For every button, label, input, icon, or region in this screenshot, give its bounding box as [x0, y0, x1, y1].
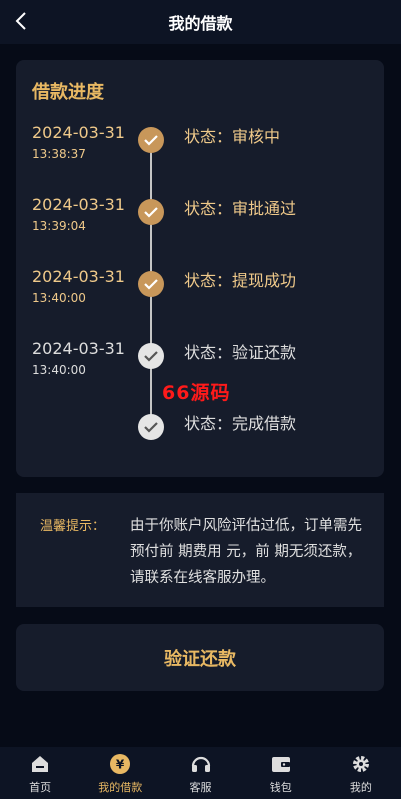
step-date: 2024-03-31 [32, 267, 125, 286]
check-circle-icon [138, 414, 164, 440]
tab-label: 我的 [349, 781, 372, 794]
back-arrow-icon[interactable] [10, 8, 36, 34]
check-circle-icon [138, 127, 164, 153]
tab-label: 我的借款 [98, 781, 143, 794]
step-time: 13:39:04 [32, 219, 86, 233]
step-status: 状态：验证还款 [184, 343, 297, 362]
tab-my-loan[interactable]: ¥ 我的借款 [80, 747, 160, 799]
step-status: 状态：审核中 [184, 127, 281, 146]
tab-label: 首页 [29, 781, 52, 794]
step-time: 13:40:00 [32, 291, 86, 305]
home-icon [32, 756, 49, 772]
check-circle-icon [138, 199, 164, 225]
page-title: 我的借款 [168, 14, 233, 33]
check-circle-icon [138, 271, 164, 297]
svg-text:¥: ¥ [116, 758, 125, 772]
timeline-step: 2024-03-31 13:39:04 状态：审批通过 [16, 195, 384, 235]
timeline-step: 2024-03-31 13:40:00 状态：验证还款 [16, 339, 384, 379]
yuan-coin-icon: ¥ [110, 754, 131, 774]
bottom-tab-bar: 首页 ¥ 我的借款 客服 钱包 我的 [0, 747, 401, 799]
step-date: 2024-03-31 [32, 195, 125, 214]
notice-label: 温馨提示： [40, 519, 106, 534]
step-date: 2024-03-31 [32, 339, 125, 358]
verify-repayment-button[interactable]: 验证还款 [16, 624, 384, 691]
check-circle-icon [138, 343, 164, 369]
timeline-step: 2024-03-31 13:40:00 状态：提现成功 [16, 267, 384, 307]
notice-text: 由于你账户风险评估过低，订单需先预付前 期费用 元，前 期无须还款，请联系在线客… [130, 518, 362, 586]
timeline-step: 2024-03-31 13:38:37 状态：审核中 [16, 123, 384, 163]
step-status: 状态：完成借款 [184, 414, 297, 433]
timeline-step: 状态：完成借款 [16, 410, 384, 450]
top-bar: 我的借款 [0, 0, 401, 44]
progress-title: 借款进度 [32, 82, 104, 103]
tab-home[interactable]: 首页 [0, 747, 80, 799]
notice-card: 温馨提示： 由于你账户风险评估过低，订单需先预付前 期费用 元，前 期无须还款，… [16, 493, 384, 607]
watermark-text: 66源码 [162, 382, 231, 404]
tab-label: 客服 [189, 781, 212, 794]
tab-mine[interactable]: 我的 [321, 747, 401, 799]
gear-icon [352, 756, 369, 772]
tab-wallet[interactable]: 钱包 [241, 747, 321, 799]
step-status: 状态：提现成功 [184, 271, 297, 290]
tab-label: 钱包 [269, 781, 292, 794]
wallet-icon [271, 757, 290, 772]
step-time: 13:38:37 [32, 147, 86, 161]
loan-progress-card: 借款进度 2024-03-31 13:38:37 状态：审核中 2024-03-… [16, 60, 384, 477]
step-date: 2024-03-31 [32, 123, 125, 142]
step-status: 状态：审批通过 [184, 199, 297, 218]
headset-icon [191, 756, 210, 772]
tab-customer-service[interactable]: 客服 [160, 747, 240, 799]
step-time: 13:40:00 [32, 363, 86, 377]
